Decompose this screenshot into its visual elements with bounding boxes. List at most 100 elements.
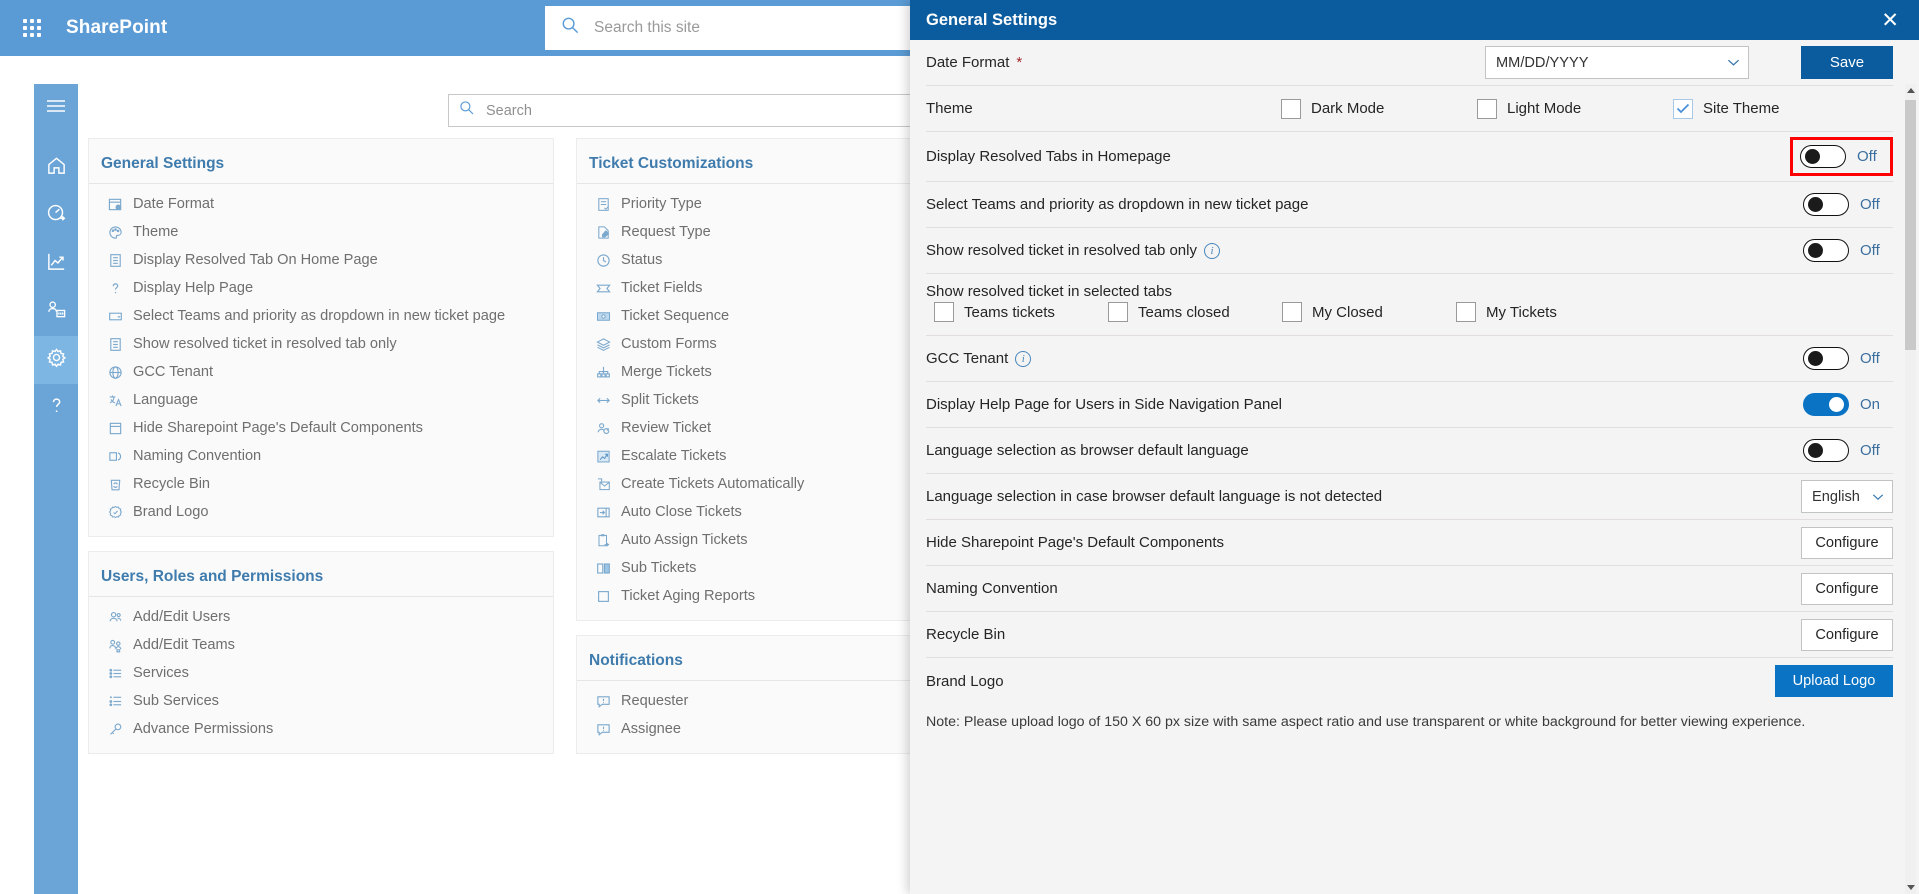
rail-item-dashboard[interactable] <box>34 192 78 240</box>
calendar-clock-icon <box>107 196 124 213</box>
checkbox-label: Light Mode <box>1507 100 1582 117</box>
settings-link-auto-assign-tickets[interactable]: Auto Assign Tickets <box>577 526 925 554</box>
toggle-show-resolved-tab-only[interactable]: Off <box>1803 239 1884 262</box>
settings-link-recycle-bin[interactable]: Recycle Bin <box>89 470 553 498</box>
settings-link-add-edit-users[interactable]: Add/Edit Users <box>89 603 553 631</box>
settings-link-review-ticket[interactable]: Review Ticket <box>577 414 925 442</box>
settings-link-date-format[interactable]: Date Format <box>89 190 553 218</box>
toggle-display-resolved-tabs[interactable]: Off <box>1800 145 1881 168</box>
toggle-switch[interactable] <box>1803 193 1849 216</box>
checkbox-teams-tickets[interactable]: Teams tickets <box>934 302 1108 322</box>
checkbox-light-mode[interactable]: Light Mode <box>1477 98 1673 119</box>
rail-item-teams[interactable] <box>34 288 78 336</box>
toggle-switch[interactable] <box>1803 239 1849 262</box>
settings-link-ticket-aging-reports[interactable]: Ticket Aging Reports <box>577 582 925 610</box>
settings-link-requester[interactable]: Requester <box>577 687 925 715</box>
settings-link-hide-default-components[interactable]: Hide Sharepoint Page's Default Component… <box>89 414 553 442</box>
info-icon[interactable]: i <box>1203 242 1220 259</box>
settings-link-priority-type[interactable]: Priority Type <box>577 190 925 218</box>
settings-column-middle: Ticket Customizations Priority Type Requ… <box>576 138 926 754</box>
settings-link-request-type[interactable]: Request Type <box>577 218 925 246</box>
settings-link-theme[interactable]: Theme <box>89 218 553 246</box>
fallback-language-select[interactable]: English <box>1801 480 1893 513</box>
columns-icon <box>595 560 612 577</box>
checkbox-label: My Closed <box>1312 303 1383 321</box>
card-title: Users, Roles and Permissions <box>89 564 553 597</box>
row-display-help-page: Display Help Page for Users in Side Navi… <box>926 382 1893 428</box>
configure-recycle-bin-button[interactable]: Configure <box>1801 618 1893 651</box>
settings-link-merge-tickets[interactable]: Merge Tickets <box>577 358 925 386</box>
toggle-state-label: On <box>1860 396 1881 413</box>
settings-link-naming-convention[interactable]: Naming Convention <box>89 442 553 470</box>
settings-link-ticket-fields[interactable]: Ticket Fields <box>577 274 925 302</box>
settings-link-sub-tickets[interactable]: Sub Tickets <box>577 554 925 582</box>
toggle-state-label: Off <box>1860 442 1880 459</box>
toggle-browser-default-language[interactable]: Off <box>1803 439 1884 462</box>
settings-link-display-help-page[interactable]: Display Help Page <box>89 274 553 302</box>
settings-link-gcc-tenant[interactable]: GCC Tenant <box>89 358 553 386</box>
waffle-icon <box>23 19 41 37</box>
settings-link-assignee[interactable]: Assignee <box>577 715 925 743</box>
row-recycle-bin: Recycle Bin Configure <box>926 612 1893 658</box>
settings-link-create-tickets-automatically[interactable]: Create Tickets Automatically <box>577 470 925 498</box>
scroll-down-arrow-icon[interactable] <box>1905 881 1916 894</box>
checkbox-my-tickets[interactable]: My Tickets <box>1456 302 1630 322</box>
scroll-up-arrow-icon[interactable] <box>1905 84 1916 97</box>
item-label: Requester <box>621 693 689 709</box>
chevron-down-icon <box>1872 489 1884 505</box>
card-users-roles-permissions: Users, Roles and Permissions Add/Edit Us… <box>88 551 554 754</box>
settings-link-advance-permissions[interactable]: Advance Permissions <box>89 715 553 743</box>
settings-link-add-edit-teams[interactable]: Add/Edit Teams <box>89 631 553 659</box>
settings-link-escalate-tickets[interactable]: Escalate Tickets <box>577 442 925 470</box>
panel-scrollbar-thumb[interactable] <box>1905 100 1916 350</box>
settings-link-select-teams-priority[interactable]: Select Teams and priority as dropdown in… <box>89 302 553 330</box>
toggle-gcc-tenant[interactable]: Off <box>1803 347 1884 370</box>
settings-link-sub-services[interactable]: Sub Services <box>89 687 553 715</box>
date-format-select[interactable]: MM/DD/YYYY <box>1485 46 1749 79</box>
save-button[interactable]: Save <box>1801 46 1893 79</box>
settings-link-language[interactable]: Language <box>89 386 553 414</box>
toggle-switch[interactable] <box>1803 393 1849 416</box>
row-naming-convention: Naming Convention Configure <box>926 566 1893 612</box>
app-icon-rail <box>34 84 78 894</box>
app-launcher-button[interactable] <box>8 19 56 37</box>
sharepoint-brand[interactable]: SharePoint <box>66 17 167 39</box>
rail-item-settings[interactable] <box>34 336 78 384</box>
toggle-switch[interactable] <box>1800 145 1846 168</box>
settings-link-split-tickets[interactable]: Split Tickets <box>577 386 925 414</box>
card-item-list: Priority Type Request Type Status Ticket… <box>577 184 925 610</box>
toggle-switch[interactable] <box>1803 347 1849 370</box>
toggle-display-help-page[interactable]: On <box>1803 393 1884 416</box>
info-icon[interactable]: i <box>1015 350 1032 367</box>
team-icon <box>107 637 124 654</box>
settings-link-ticket-sequence[interactable]: Ticket Sequence <box>577 302 925 330</box>
toggle-select-teams-priority[interactable]: Off <box>1803 193 1884 216</box>
row-hide-default-components: Hide Sharepoint Page's Default Component… <box>926 520 1893 566</box>
rail-item-help[interactable] <box>34 384 78 432</box>
configure-naming-convention-button[interactable]: Configure <box>1801 572 1893 605</box>
rail-item-home[interactable] <box>34 144 78 192</box>
settings-link-custom-forms[interactable]: Custom Forms <box>577 330 925 358</box>
checkbox-teams-closed[interactable]: Teams closed <box>1108 302 1282 322</box>
close-icon[interactable]: ✕ <box>1875 8 1905 33</box>
checkbox-site-theme[interactable]: Site Theme <box>1673 98 1779 119</box>
checkbox-label: Dark Mode <box>1311 100 1385 117</box>
upload-logo-button[interactable]: Upload Logo <box>1775 665 1893 697</box>
configure-hide-default-components-button[interactable]: Configure <box>1801 526 1893 559</box>
settings-link-services[interactable]: Services <box>89 659 553 687</box>
item-label: Theme <box>133 224 179 240</box>
highlight-outline: Off <box>1790 137 1893 176</box>
rail-item-hamburger-menu[interactable] <box>34 84 78 132</box>
settings-link-status[interactable]: Status <box>577 246 925 274</box>
checkbox-dark-mode[interactable]: Dark Mode <box>1281 98 1477 119</box>
settings-link-display-resolved-tab[interactable]: Display Resolved Tab On Home Page <box>89 246 553 274</box>
checkbox-label: My Tickets <box>1486 303 1557 321</box>
checkbox-my-closed[interactable]: My Closed <box>1282 302 1456 322</box>
document-icon <box>107 336 124 353</box>
gauge-icon <box>46 203 67 229</box>
settings-link-auto-close-tickets[interactable]: Auto Close Tickets <box>577 498 925 526</box>
rail-item-reports[interactable] <box>34 240 78 288</box>
settings-link-show-resolved-only[interactable]: Show resolved ticket in resolved tab onl… <box>89 330 553 358</box>
settings-link-brand-logo[interactable]: Brand Logo <box>89 498 553 526</box>
toggle-switch[interactable] <box>1803 439 1849 462</box>
